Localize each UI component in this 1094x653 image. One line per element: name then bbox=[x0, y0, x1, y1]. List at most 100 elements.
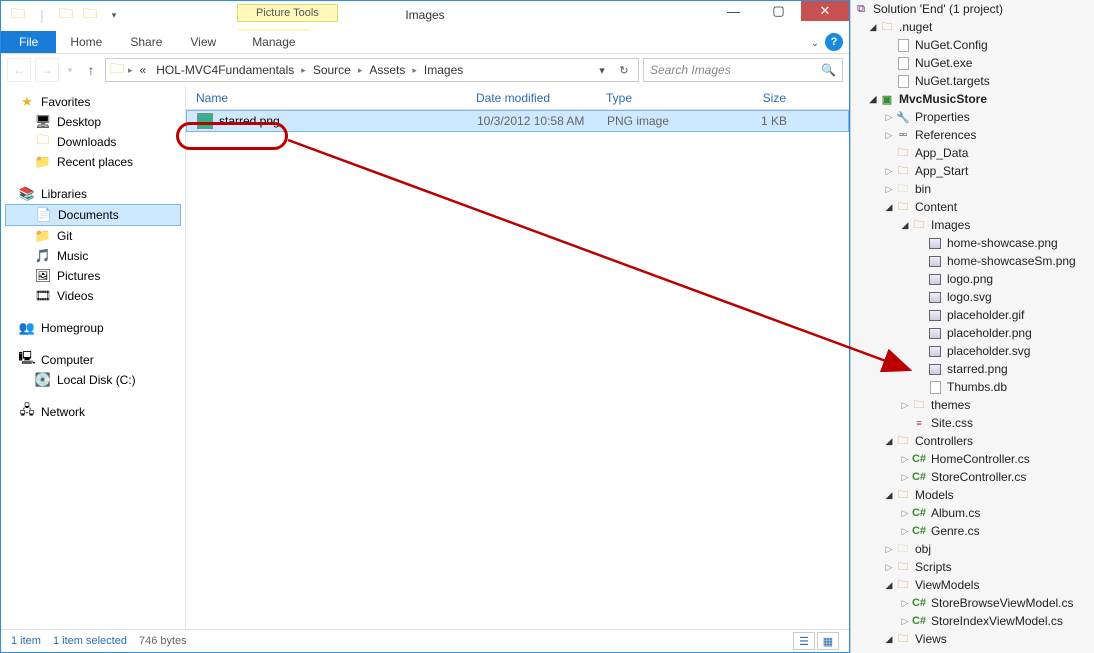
address-dropdown-icon[interactable]: ▾ bbox=[592, 60, 612, 80]
file-row[interactable]: starred.png 10/3/2012 10:58 AM PNG image… bbox=[186, 110, 849, 132]
col-date[interactable]: Date modified bbox=[476, 91, 606, 105]
breadcrumb[interactable]: Assets bbox=[366, 63, 408, 77]
tree-node[interactable]: ◢🗀Views bbox=[851, 630, 1094, 648]
tree-node[interactable]: 🗀App_Data bbox=[851, 144, 1094, 162]
tree-node[interactable]: placeholder.gif bbox=[851, 306, 1094, 324]
tree-node[interactable]: ▷🗀bin bbox=[851, 180, 1094, 198]
breadcrumb[interactable]: HOL-MVC4Fundamentals bbox=[153, 63, 297, 77]
expand-icon[interactable]: ◢ bbox=[883, 580, 895, 591]
computer-group[interactable]: 🖳Computer bbox=[1, 350, 185, 370]
network-group[interactable]: 🖧Network bbox=[1, 402, 185, 422]
nav-documents[interactable]: 📄Documents bbox=[5, 204, 181, 226]
expand-icon[interactable]: ▷ bbox=[899, 472, 911, 483]
expand-icon[interactable]: ▷ bbox=[883, 130, 895, 141]
qat-dropdown-icon[interactable]: ▾ bbox=[103, 4, 125, 26]
breadcrumb[interactable]: Source bbox=[310, 63, 354, 77]
tree-node[interactable]: NuGet.targets bbox=[851, 72, 1094, 90]
tree-node[interactable]: ◢▣MvcMusicStore bbox=[851, 90, 1094, 108]
expand-icon[interactable]: ◢ bbox=[883, 202, 895, 213]
solution-root[interactable]: ⧉ Solution 'End' (1 project) bbox=[851, 0, 1094, 18]
tree-node[interactable]: ≡Site.css bbox=[851, 414, 1094, 432]
chevron-icon[interactable]: ▸ bbox=[412, 65, 417, 76]
col-size[interactable]: Size bbox=[716, 91, 786, 105]
tree-node[interactable]: ▷C#StoreController.cs bbox=[851, 468, 1094, 486]
properties-icon[interactable]: 🗀 bbox=[55, 4, 77, 26]
tree-node[interactable]: ◢🗀Models bbox=[851, 486, 1094, 504]
tree-node[interactable]: ▷C#StoreBrowseViewModel.cs bbox=[851, 594, 1094, 612]
forward-button[interactable]: → bbox=[35, 58, 59, 82]
history-dropdown-icon[interactable]: ▾ bbox=[63, 58, 77, 82]
nav-desktop[interactable]: 🖥Desktop bbox=[1, 112, 185, 132]
search-input[interactable]: Search Images 🔍 bbox=[643, 58, 843, 82]
col-type[interactable]: Type bbox=[606, 91, 716, 105]
nav-videos[interactable]: 🎞Videos bbox=[1, 286, 185, 306]
tree-node[interactable]: home-showcase.png bbox=[851, 234, 1094, 252]
expand-icon[interactable]: ◢ bbox=[899, 220, 911, 231]
tree-node[interactable]: ▷🗀obj bbox=[851, 540, 1094, 558]
expand-icon[interactable]: ▷ bbox=[883, 166, 895, 177]
expand-icon[interactable]: ▷ bbox=[883, 184, 895, 195]
tree-node[interactable]: placeholder.png bbox=[851, 324, 1094, 342]
maximize-button[interactable]: ▢ bbox=[756, 1, 801, 21]
expand-icon[interactable]: ▷ bbox=[899, 454, 911, 465]
view-tab[interactable]: View bbox=[176, 31, 230, 53]
up-button[interactable]: ↑ bbox=[81, 62, 101, 78]
home-tab[interactable]: Home bbox=[56, 31, 116, 53]
breadcrumb[interactable]: Images bbox=[421, 63, 466, 77]
expand-icon[interactable]: ▷ bbox=[899, 508, 911, 519]
nav-downloads[interactable]: 🗀Downloads bbox=[1, 132, 185, 152]
tree-node[interactable]: Thumbs.db bbox=[851, 378, 1094, 396]
search-icon[interactable]: 🔍 bbox=[821, 63, 836, 77]
nav-recent[interactable]: 📁Recent places bbox=[1, 152, 185, 172]
back-button[interactable]: ← bbox=[7, 58, 31, 82]
tree-node[interactable]: ◢🗀ViewModels bbox=[851, 576, 1094, 594]
chevron-icon[interactable]: ▸ bbox=[128, 65, 133, 76]
nav-pictures[interactable]: 🖼Pictures bbox=[1, 266, 185, 286]
tree-node[interactable]: ◢🗀Content bbox=[851, 198, 1094, 216]
ribbon-expand-icon[interactable]: ⌄ bbox=[811, 38, 819, 49]
details-view-button[interactable]: ☰ bbox=[793, 632, 815, 650]
minimize-button[interactable]: — bbox=[711, 1, 756, 21]
expand-icon[interactable]: ◢ bbox=[883, 634, 895, 645]
share-tab[interactable]: Share bbox=[116, 31, 176, 53]
chevron-icon[interactable]: ▸ bbox=[358, 65, 363, 76]
expand-icon[interactable]: ▷ bbox=[899, 598, 911, 609]
help-button[interactable]: ? bbox=[825, 33, 843, 51]
expand-icon[interactable]: ▷ bbox=[899, 616, 911, 627]
chevron-icon[interactable]: ▸ bbox=[301, 65, 306, 76]
homegroup[interactable]: 👥Homegroup bbox=[1, 318, 185, 338]
tree-node[interactable]: ▷▫▫References bbox=[851, 126, 1094, 144]
col-name[interactable]: Name bbox=[196, 91, 476, 105]
tree-node[interactable]: logo.png bbox=[851, 270, 1094, 288]
tree-node[interactable]: ▷🗀Scripts bbox=[851, 558, 1094, 576]
breadcrumb-ellipsis[interactable]: « bbox=[137, 63, 150, 77]
expand-icon[interactable]: ◢ bbox=[883, 490, 895, 501]
tree-node[interactable]: placeholder.svg bbox=[851, 342, 1094, 360]
tree-node[interactable]: ▷🔧Properties bbox=[851, 108, 1094, 126]
tree-node[interactable]: starred.png bbox=[851, 360, 1094, 378]
expand-icon[interactable]: ▷ bbox=[899, 400, 911, 411]
manage-tab[interactable]: Manage bbox=[238, 29, 309, 53]
folder-icon[interactable]: 🗀 bbox=[7, 4, 29, 26]
tree-node[interactable]: logo.svg bbox=[851, 288, 1094, 306]
tree-node[interactable]: NuGet.Config bbox=[851, 36, 1094, 54]
breadcrumb-bar[interactable]: 🗀 ▸ « HOL-MVC4Fundamentals ▸ Source ▸ As… bbox=[105, 58, 639, 82]
tree-node[interactable]: NuGet.exe bbox=[851, 54, 1094, 72]
expand-icon[interactable]: ▷ bbox=[883, 544, 895, 555]
expand-icon[interactable]: ◢ bbox=[867, 22, 879, 33]
nav-git[interactable]: 📁Git bbox=[1, 226, 185, 246]
close-button[interactable]: ✕ bbox=[801, 1, 849, 21]
expand-icon[interactable]: ◢ bbox=[883, 436, 895, 447]
nav-music[interactable]: 🎵Music bbox=[1, 246, 185, 266]
expand-icon[interactable]: ▷ bbox=[883, 562, 895, 573]
tree-node[interactable]: ▷C#HomeController.cs bbox=[851, 450, 1094, 468]
refresh-button[interactable]: ↻ bbox=[614, 60, 634, 80]
favorites-group[interactable]: ★Favorites bbox=[1, 92, 185, 112]
expand-icon[interactable]: ▷ bbox=[883, 112, 895, 123]
tree-node[interactable]: ◢🗀.nuget bbox=[851, 18, 1094, 36]
tree-node[interactable]: ▷C#Album.cs bbox=[851, 504, 1094, 522]
libraries-group[interactable]: 📚Libraries bbox=[1, 184, 185, 204]
tree-node[interactable]: ▷🗀App_Start bbox=[851, 162, 1094, 180]
tree-node[interactable]: ▷🗀themes bbox=[851, 396, 1094, 414]
expand-icon[interactable]: ▷ bbox=[899, 526, 911, 537]
